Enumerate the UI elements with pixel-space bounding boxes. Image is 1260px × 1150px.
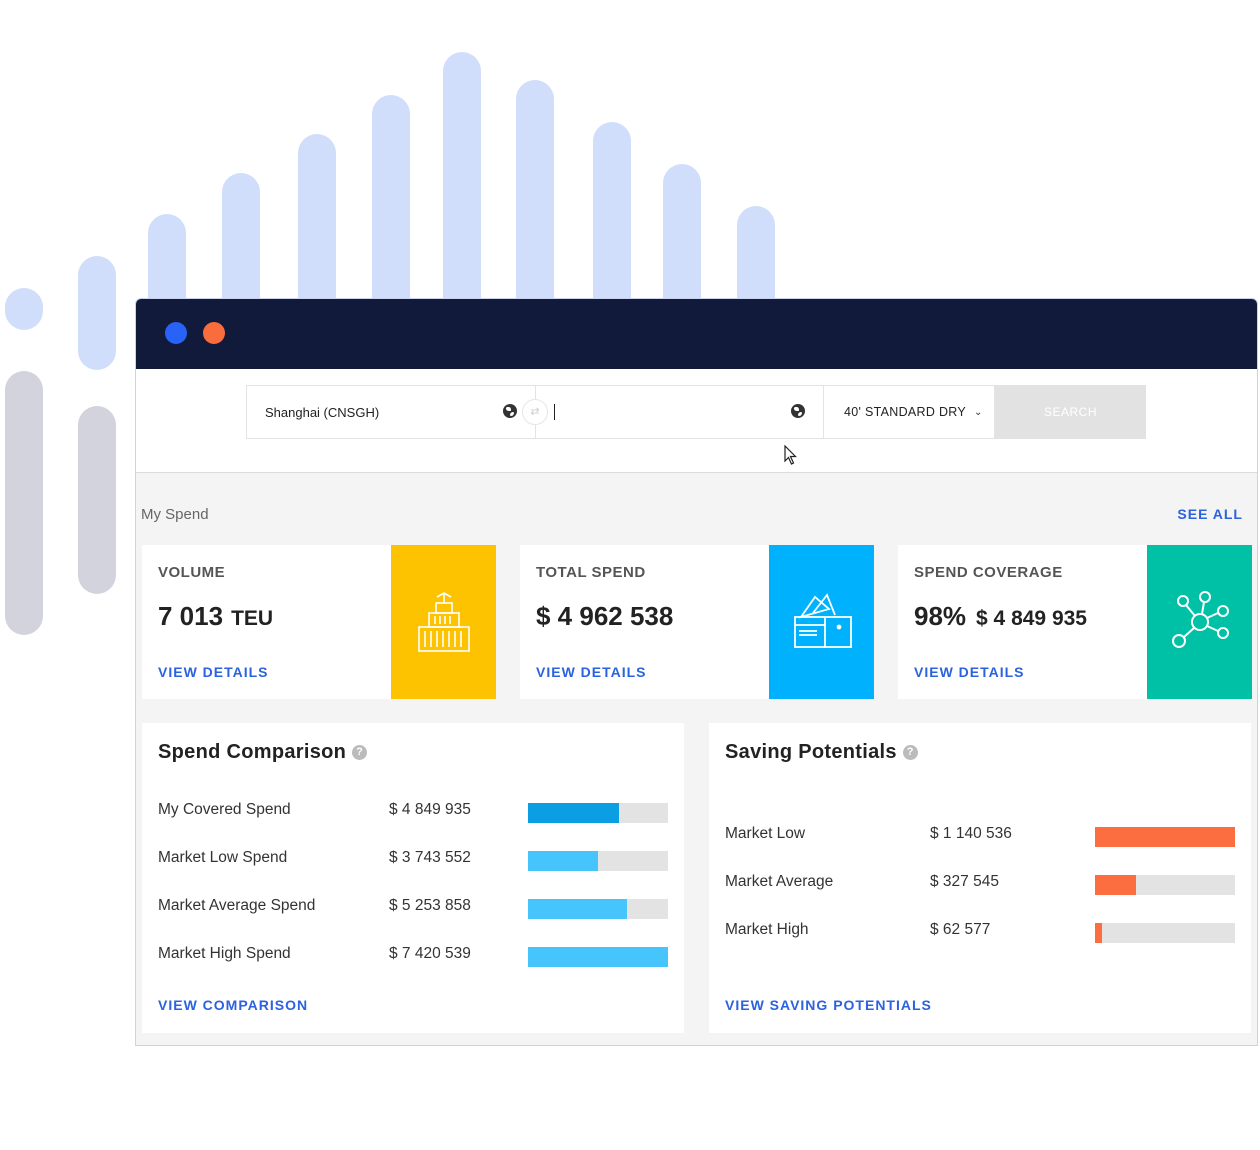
wallet-icon: [793, 593, 852, 648]
decor-pill: [78, 406, 116, 594]
metric-row: My Covered Spend $ 4 849 935: [158, 801, 668, 823]
spend-comparison-title-text: Spend Comparison: [158, 741, 347, 763]
metric-bar: [1095, 827, 1235, 847]
metric-bar: [528, 947, 668, 967]
origin-value: Shanghai (CNSGH): [265, 404, 380, 420]
metric-bar-fill: [528, 803, 619, 823]
volume-unit: TEU: [231, 607, 274, 630]
metric-value: $ 1 140 536: [930, 825, 1012, 842]
metric-row: Market Average Spend $ 5 253 858: [158, 897, 668, 919]
help-icon[interactable]: ?: [902, 745, 918, 760]
text-caret: [554, 404, 555, 420]
metric-bar-fill: [1095, 923, 1102, 943]
metric-label: Market High: [725, 921, 809, 938]
spend-comparison-title: Spend Comparison?: [158, 741, 368, 764]
metric-bar: [528, 899, 668, 919]
total-spend-label: TOTAL SPEND: [536, 564, 646, 581]
metric-bar-fill: [1095, 875, 1136, 895]
total-spend-tile: [769, 545, 874, 699]
view-saving-potentials-link[interactable]: VIEW SAVING POTENTIALS: [725, 997, 932, 1013]
volume-value: 7 013 TEU: [158, 601, 273, 632]
metric-bar: [528, 851, 668, 871]
destination-field[interactable]: [535, 385, 824, 439]
decor-pill: [516, 80, 554, 330]
metric-bar-fill: [1095, 827, 1235, 847]
swap-icon[interactable]: ⇄: [522, 399, 548, 425]
metric-label: Market Low Spend: [158, 849, 288, 866]
saving-potentials-title: Saving Potentials?: [725, 741, 918, 764]
metric-value: $ 62 577: [930, 921, 991, 938]
metric-value: $ 5 253 858: [389, 897, 471, 914]
metric-value: $ 7 420 539: [389, 945, 471, 962]
window-titlebar: [136, 299, 1257, 369]
search-button[interactable]: SEARCH: [995, 385, 1146, 439]
volume-tile: [391, 545, 496, 699]
volume-number: 7 013: [158, 601, 224, 631]
metric-label: Market Average Spend: [158, 897, 316, 914]
metric-row: Market Low $ 1 140 536: [725, 825, 1235, 847]
spend-coverage-tile: [1147, 545, 1252, 699]
window-dot-blue[interactable]: [165, 322, 187, 344]
spend-coverage-view-details-link[interactable]: VIEW DETAILS: [914, 664, 1025, 680]
saving-potentials-panel: Saving Potentials? Market Low $ 1 140 536…: [709, 723, 1251, 1033]
view-comparison-link[interactable]: VIEW COMPARISON: [158, 997, 308, 1013]
metric-label: Market Average: [725, 873, 834, 890]
metric-row: Market High $ 62 577: [725, 921, 1235, 943]
total-spend-value: $ 4 962 538: [536, 601, 674, 631]
metric-value: $ 3 743 552: [389, 849, 471, 866]
metric-bar-fill: [528, 899, 628, 919]
decor-pill: [5, 288, 43, 330]
metric-value: $ 327 545: [930, 873, 999, 890]
metric-bar: [528, 803, 668, 823]
spend-comparison-panel: Spend Comparison? My Covered Spend $ 4 84…: [142, 723, 684, 1033]
metric-value: $ 4 849 935: [389, 801, 471, 818]
metric-row: Market Low Spend $ 3 743 552: [158, 849, 668, 871]
window-dot-orange[interactable]: [203, 322, 225, 344]
volume-view-details-link[interactable]: VIEW DETAILS: [158, 664, 269, 680]
spend-coverage-amount: $ 4 849 935: [976, 607, 1087, 630]
container-type-value: 40' STANDARD DRY: [844, 405, 967, 419]
metric-row: Market Average $ 327 545: [725, 873, 1235, 895]
metric-bar: [1095, 875, 1235, 895]
chevron-down-icon: ⌄: [974, 406, 983, 418]
app-window: Shanghai (CNSGH) ⇄ 40' STANDARD DRY ⌄ SE…: [135, 298, 1258, 1046]
volume-card: VOLUME 7 013 TEU VIEW DETAILS: [142, 545, 496, 699]
total-spend-card: TOTAL SPEND $ 4 962 538 VIEW DETAILS: [520, 545, 874, 699]
origin-field[interactable]: Shanghai (CNSGH): [246, 385, 536, 439]
decor-pill: [443, 52, 481, 332]
container-type-select[interactable]: 40' STANDARD DRY ⌄: [823, 385, 995, 439]
spend-coverage-label: SPEND COVERAGE: [914, 564, 1063, 581]
see-all-link[interactable]: SEE ALL: [1177, 506, 1243, 522]
metric-bar-fill: [528, 947, 668, 967]
my-spend-title: My Spend: [141, 506, 209, 523]
spend-coverage-card: SPEND COVERAGE 98% $ 4 849 935 VIEW DETAI…: [898, 545, 1252, 699]
network-icon: [1171, 591, 1229, 648]
globe-icon[interactable]: [503, 404, 517, 418]
decor-pill: [78, 256, 116, 370]
metric-bar: [1095, 923, 1235, 943]
metric-row: Market High Spend $ 7 420 539: [158, 945, 668, 967]
total-spend-view-details-link[interactable]: VIEW DETAILS: [536, 664, 647, 680]
metric-label: Market High Spend: [158, 945, 291, 962]
mouse-cursor-icon: [784, 445, 797, 465]
search-bar: Shanghai (CNSGH) ⇄ 40' STANDARD DRY ⌄ SE…: [136, 369, 1257, 473]
metric-label: My Covered Spend: [158, 801, 291, 818]
help-icon[interactable]: ?: [352, 745, 368, 760]
globe-icon[interactable]: [791, 404, 805, 418]
metric-label: Market Low: [725, 825, 806, 842]
spend-coverage-percent: 98%: [914, 601, 967, 631]
saving-potentials-title-text: Saving Potentials: [725, 741, 897, 763]
spend-coverage-value: 98% $ 4 849 935: [914, 601, 1087, 632]
decor-pill: [5, 371, 43, 635]
metric-bar-fill: [528, 851, 598, 871]
volume-label: VOLUME: [158, 564, 226, 581]
container-icon: [417, 592, 470, 652]
